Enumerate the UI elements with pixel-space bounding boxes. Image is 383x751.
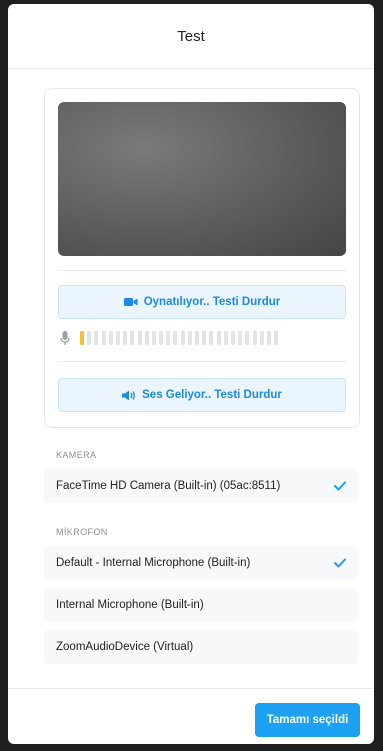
mic-level-bar: [274, 331, 279, 345]
camera-section-label: KAMERA: [56, 450, 97, 460]
device-name: FaceTime HD Camera (Built-in) (05ac:8511…: [56, 480, 281, 492]
divider: [58, 270, 346, 271]
device-name: Default - Internal Microphone (Built-in): [56, 557, 251, 569]
mic-level-bar: [230, 331, 235, 345]
mic-level-bar: [223, 331, 228, 345]
select-all-button[interactable]: Tamamı seçildi: [255, 703, 360, 737]
device-name: Internal Microphone (Built-in): [56, 599, 204, 611]
mic-level-bar: [216, 331, 221, 345]
microphone-device-item[interactable]: Internal Microphone (Built-in): [44, 588, 358, 622]
mic-level-bar: [245, 331, 250, 345]
mic-level-bar: [80, 331, 84, 345]
microphone-icon: [60, 331, 70, 345]
speaker-icon: [122, 390, 136, 400]
camera-test-button[interactable]: Oynatılıyor.. Testi Durdur: [58, 285, 346, 319]
mic-level-bar: [108, 331, 113, 345]
mic-level-bar: [252, 331, 257, 345]
mic-level-meter: [58, 330, 346, 346]
check-icon: [334, 558, 346, 568]
mic-level-bar: [144, 331, 149, 345]
camera-device-item[interactable]: FaceTime HD Camera (Built-in) (05ac:8511…: [44, 469, 358, 503]
divider: [58, 361, 346, 362]
microphone-section-label: MİKROFON: [56, 527, 108, 537]
microphone-device-item[interactable]: ZoomAudioDevice (Virtual): [44, 630, 358, 664]
mic-level-bar: [202, 331, 207, 345]
mic-level-bar: [137, 331, 142, 345]
modal-title: Test: [177, 27, 205, 45]
mic-level-bar: [259, 331, 264, 345]
test-panel: Oynatılıyor.. Testi Durdur Ses Geliyor..…: [44, 88, 360, 428]
mic-level-bar: [94, 331, 99, 345]
device-name: ZoomAudioDevice (Virtual): [56, 641, 194, 653]
camera-preview: [58, 102, 346, 256]
mic-level-bars: [80, 331, 279, 345]
mic-level-bar: [209, 331, 214, 345]
mic-level-bar: [266, 331, 271, 345]
mic-level-bar: [101, 331, 106, 345]
footer-divider: [8, 688, 374, 689]
check-icon: [334, 481, 346, 491]
video-camera-icon: [123, 298, 138, 306]
mic-level-bar: [166, 331, 171, 345]
mic-level-bar: [130, 331, 135, 345]
mic-level-bar: [173, 331, 178, 345]
mic-level-bar: [159, 331, 164, 345]
mic-level-bar: [180, 331, 185, 345]
microphone-device-item[interactable]: Default - Internal Microphone (Built-in): [44, 546, 358, 580]
mic-level-bar: [151, 331, 156, 345]
modal-header: Test: [8, 4, 374, 69]
device-test-modal: Test Oynatılıyor.. Testi Durdur Ses Geli…: [8, 4, 374, 744]
mic-level-bar: [115, 331, 120, 345]
camera-test-button-label: Oynatılıyor.. Testi Durdur: [143, 296, 281, 308]
mic-level-bar: [87, 331, 92, 345]
mic-level-bar: [123, 331, 128, 345]
mic-level-bar: [187, 331, 192, 345]
mic-level-bar: [238, 331, 243, 345]
mic-level-bar: [195, 331, 199, 345]
audio-test-button-label: Ses Geliyor.. Testi Durdur: [142, 389, 282, 401]
audio-test-button[interactable]: Ses Geliyor.. Testi Durdur: [58, 378, 346, 412]
